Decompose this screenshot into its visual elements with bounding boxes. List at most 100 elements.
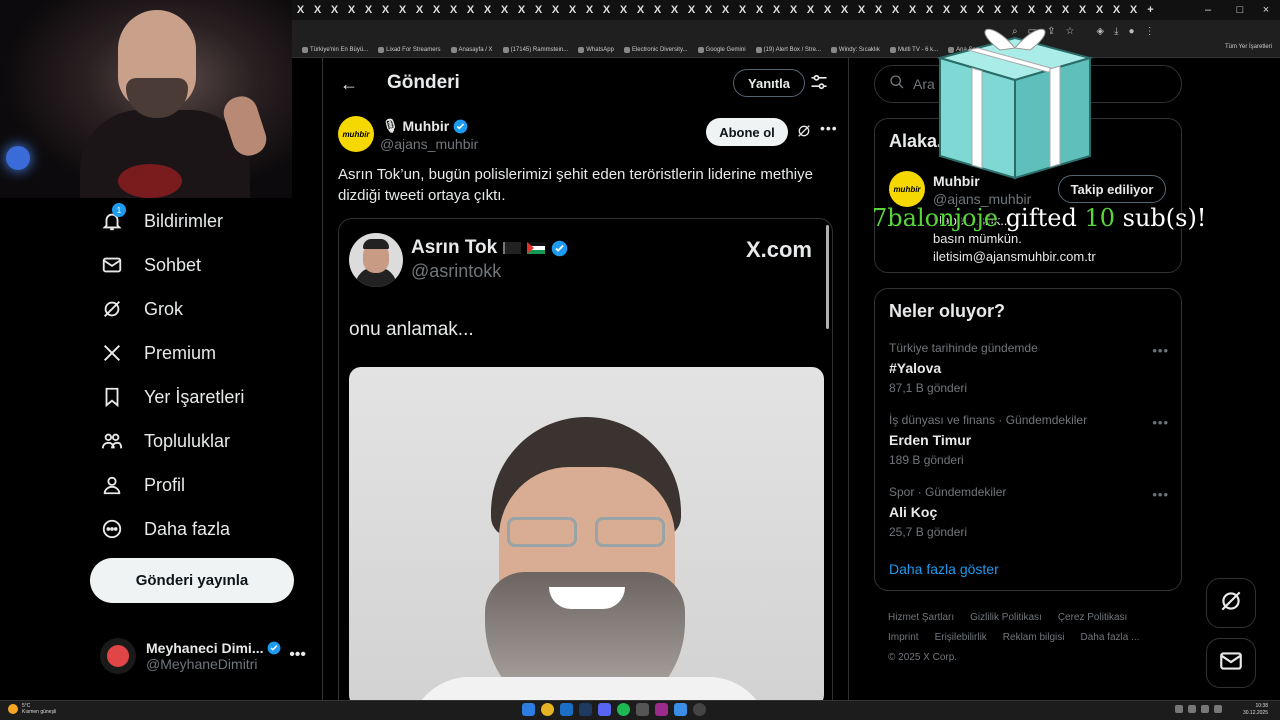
windows-start-icon[interactable]: [522, 703, 535, 716]
browser-tab[interactable]: X: [1040, 2, 1057, 18]
footer-link[interactable]: Daha fazla ...: [1080, 632, 1139, 643]
browser-tab[interactable]: X: [1108, 2, 1125, 18]
browser-tab[interactable]: X: [1006, 2, 1023, 18]
browser-tab[interactable]: X: [479, 2, 496, 18]
browser-tab[interactable]: X: [394, 2, 411, 18]
browser-tab[interactable]: X: [581, 2, 598, 18]
footer-link[interactable]: Gizlilik Politikası: [970, 612, 1042, 623]
browser-tab[interactable]: X: [411, 2, 428, 18]
browser-tab[interactable]: X: [343, 2, 360, 18]
browser-tab[interactable]: X: [921, 2, 938, 18]
app-icon[interactable]: [655, 703, 668, 716]
trend-item[interactable]: Spor · Gündemdekiler Ali Koç 25,7 B gönd…: [889, 485, 1169, 549]
browser-tab[interactable]: X: [547, 2, 564, 18]
browser-tab[interactable]: X: [785, 2, 802, 18]
nav-bookmarks[interactable]: Yer İşaretleri: [100, 382, 244, 412]
browser-tab[interactable]: X: [717, 2, 734, 18]
browser-tab[interactable]: X: [768, 2, 785, 18]
app-icon[interactable]: [560, 703, 573, 716]
browser-tab[interactable]: X: [819, 2, 836, 18]
app-icon[interactable]: [636, 703, 649, 716]
browser-tab[interactable]: X: [462, 2, 479, 18]
browser-tab[interactable]: X: [955, 2, 972, 18]
browser-tab[interactable]: X: [649, 2, 666, 18]
more-icon[interactable]: •••: [1152, 343, 1169, 358]
settings-sliders-icon[interactable]: [809, 72, 831, 94]
browser-tab[interactable]: X: [326, 2, 343, 18]
browser-tab[interactable]: X: [530, 2, 547, 18]
bookmark-item[interactable]: (17145) Rammstein...: [502, 46, 568, 53]
more-icon[interactable]: •••: [1152, 487, 1169, 502]
footer-link[interactable]: Imprint: [888, 632, 919, 643]
nav-premium[interactable]: Premium: [100, 338, 216, 368]
downloads-icon[interactable]: ⤓: [1114, 26, 1118, 37]
subscribe-button[interactable]: Abone ol: [706, 118, 788, 146]
app-icon[interactable]: [674, 703, 687, 716]
browser-tab[interactable]: X: [836, 2, 853, 18]
menu-icon[interactable]: ⋮: [1145, 26, 1155, 37]
browser-tab[interactable]: X: [1074, 2, 1091, 18]
browser-tab[interactable]: X: [904, 2, 921, 18]
reply-button[interactable]: Yanıtla: [733, 69, 805, 97]
bookmark-item[interactable]: Türkiye'nin En Büyü...: [302, 46, 368, 53]
post-button[interactable]: Gönderi yayınla: [90, 558, 294, 603]
browser-tab[interactable]: X: [751, 2, 768, 18]
browser-tab[interactable]: X: [1125, 2, 1142, 18]
steam-icon[interactable]: [579, 703, 592, 716]
account-switcher[interactable]: Meyhaneci Dimi... @MeyhaneDimitri •••: [100, 632, 312, 680]
bookmark-item[interactable]: Google Gemini: [697, 46, 746, 53]
nav-profile[interactable]: Profil: [100, 470, 185, 500]
bookmark-item[interactable]: Anasayfa / X: [450, 46, 493, 53]
browser-tab[interactable]: X: [615, 2, 632, 18]
browser-tab[interactable]: X: [598, 2, 615, 18]
browser-tab[interactable]: X: [870, 2, 887, 18]
browser-tab[interactable]: X: [887, 2, 904, 18]
browser-tab[interactable]: X: [700, 2, 717, 18]
browser-tab[interactable]: X: [513, 2, 530, 18]
grok-floating-button[interactable]: [1206, 578, 1256, 628]
messages-floating-button[interactable]: [1206, 638, 1256, 688]
nav-communities[interactable]: Topluluklar: [100, 426, 230, 456]
browser-tab[interactable]: X: [1023, 2, 1040, 18]
scrollbar[interactable]: [826, 225, 829, 329]
trend-item[interactable]: İş dünyası ve finans · Gündemdekiler Erd…: [889, 413, 1169, 477]
browser-tab[interactable]: X: [1057, 2, 1074, 18]
show-more-link[interactable]: Daha fazla göster: [889, 561, 999, 577]
browser-tab[interactable]: X: [377, 2, 394, 18]
browser-tab[interactable]: X: [292, 2, 309, 18]
nav-notifications[interactable]: 1 Bildirimler: [100, 203, 223, 236]
author-handle[interactable]: @ajans_muhbir: [380, 136, 478, 152]
browser-tab[interactable]: X: [496, 2, 513, 18]
bookmark-item[interactable]: Lixad For Streamers: [378, 46, 441, 53]
browser-tab[interactable]: X: [989, 2, 1006, 18]
footer-link[interactable]: Reklam bilgisi: [1003, 632, 1065, 643]
footer-link[interactable]: Erişilebilirlik: [935, 632, 987, 643]
address-bar[interactable]: ⌕ ▭ ⇪ ☆ ◈ ⤓ ● ⋮: [292, 20, 1280, 42]
back-arrow-icon[interactable]: ←: [339, 74, 359, 94]
chrome-icon[interactable]: [541, 703, 554, 716]
browser-tab[interactable]: X: [683, 2, 700, 18]
profile-icon[interactable]: ●: [1129, 26, 1135, 37]
more-icon[interactable]: •••: [1152, 415, 1169, 430]
nav-more[interactable]: Daha fazla: [100, 514, 230, 544]
all-bookmarks-button[interactable]: Tüm Yer İşaretleri: [1225, 44, 1272, 50]
bookmark-item[interactable]: WhatsApp: [578, 46, 614, 53]
obs-icon[interactable]: [693, 703, 706, 716]
author-name[interactable]: Muhbir: [403, 118, 450, 134]
nav-grok[interactable]: Grok: [100, 294, 183, 324]
bookmark-item[interactable]: Windy: Sıcaklık: [830, 46, 880, 53]
spotify-icon[interactable]: [617, 703, 630, 716]
close-window-button[interactable]: ×: [1248, 0, 1280, 20]
nav-chat[interactable]: Sohbet: [100, 250, 201, 280]
browser-tab[interactable]: X: [445, 2, 462, 18]
avatar[interactable]: muhbir: [338, 116, 374, 152]
embed-photo[interactable]: [349, 367, 824, 702]
browser-tab[interactable]: X: [428, 2, 445, 18]
browser-tab[interactable]: X: [564, 2, 581, 18]
clock[interactable]: 10:38 30.12.2025: [1243, 703, 1268, 717]
new-tab-button[interactable]: +: [1142, 2, 1159, 18]
browser-tab[interactable]: X: [938, 2, 955, 18]
browser-tab[interactable]: X: [972, 2, 989, 18]
browser-tab[interactable]: X: [734, 2, 751, 18]
browser-tab[interactable]: X: [360, 2, 377, 18]
